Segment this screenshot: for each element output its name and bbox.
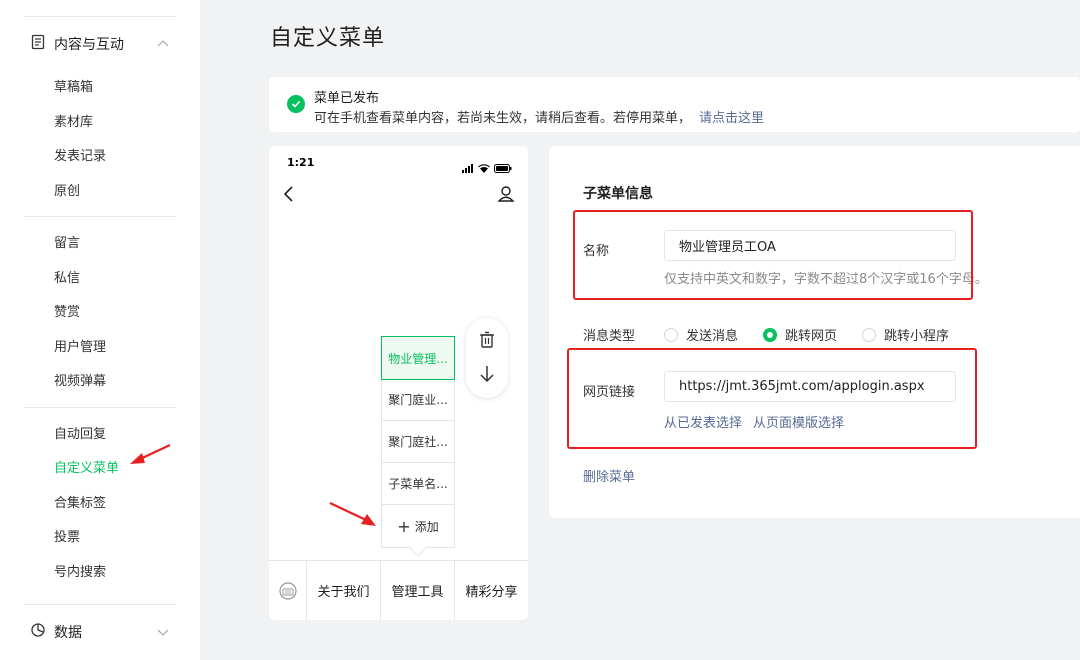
radio-label: 跳转小程序: [884, 329, 950, 344]
trash-icon[interactable]: [477, 330, 497, 350]
submenu-tools: [466, 318, 508, 398]
name-hint: 仅支持中英文和数字，字数不超过8个汉字或16个字母。: [664, 272, 988, 287]
radio-send-message[interactable]: 发送消息: [664, 325, 738, 344]
sidebar-divider: [24, 16, 176, 17]
chevron-down-icon: [156, 624, 170, 643]
battery-icon: [494, 158, 512, 177]
arrow-down-icon[interactable]: [477, 364, 497, 384]
wifi-icon: [478, 158, 490, 177]
phone-status-icons: [462, 158, 512, 177]
submenu-item[interactable]: 物业管理...: [381, 336, 455, 380]
phone-menu-bar: 关于我们 管理工具 精彩分享: [269, 560, 528, 620]
radio-open-webpage[interactable]: 跳转网页: [763, 325, 837, 344]
radio-label: 发送消息: [686, 329, 739, 344]
sidebar-item-materials[interactable]: 素材库: [54, 114, 93, 132]
radio-icon: [862, 327, 876, 342]
add-submenu-label: 添加: [414, 519, 439, 534]
menu-bar-item-about[interactable]: 关于我们: [307, 561, 381, 620]
document-icon: [30, 34, 46, 54]
phone-preview: 1:21 物业管理... 聚门庭业... 聚门庭社... 子菜单名... + 添…: [269, 146, 528, 620]
sidebar-item-custom-menu[interactable]: 自定义菜单: [54, 460, 119, 478]
radio-icon: [664, 327, 678, 342]
name-input[interactable]: 物业管理员工OA: [664, 230, 956, 261]
sidebar: 内容与互动 草稿箱 素材库 发表记录 原创 留言 私信 赞赏 用户管理 视频弹幕…: [0, 0, 200, 660]
keyboard-icon[interactable]: [269, 561, 307, 620]
page-title: 自定义菜单: [270, 26, 386, 51]
user-icon[interactable]: [496, 184, 516, 204]
sidebar-item-video-danmaku[interactable]: 视频弹幕: [54, 373, 106, 391]
sidebar-item-comments[interactable]: 留言: [54, 235, 80, 253]
sidebar-section-label: 内容与互动: [54, 37, 124, 53]
submenu-item[interactable]: 子菜单名...: [382, 463, 454, 505]
select-published-link[interactable]: 从已发表选择: [664, 412, 742, 431]
success-check-icon: [287, 95, 305, 113]
sidebar-divider: [24, 407, 176, 408]
sidebar-section-label: 数据: [54, 625, 82, 641]
sidebar-item-original[interactable]: 原创: [54, 183, 80, 201]
url-label: 网页链接: [583, 385, 636, 400]
sidebar-item-vote[interactable]: 投票: [54, 529, 80, 547]
notice-body: 可在手机查看菜单内容，若尚未生效，请稍后查看。若停用菜单，: [314, 111, 692, 126]
panel-title: 子菜单信息: [583, 186, 653, 202]
signal-icon: [462, 158, 474, 177]
radio-label: 跳转网页: [785, 329, 838, 344]
sidebar-section-data[interactable]: 数据: [30, 620, 170, 644]
name-label: 名称: [583, 244, 610, 259]
publish-notice: 菜单已发布 可在手机查看菜单内容，若尚未生效，请稍后查看。若停用菜单， 请点击这里: [269, 77, 1080, 132]
sidebar-item-search[interactable]: 号内搜索: [54, 564, 106, 582]
plus-icon: +: [397, 516, 411, 536]
submenu-info-panel: 子菜单信息 名称 物业管理员工OA 仅支持中英文和数字，字数不超过8个汉字或16…: [549, 146, 1080, 518]
pie-chart-icon: [30, 622, 46, 642]
submenu-item[interactable]: 聚门庭业...: [382, 379, 454, 421]
sidebar-item-rewards[interactable]: 赞赏: [54, 304, 80, 322]
sidebar-item-drafts[interactable]: 草稿箱: [54, 79, 93, 97]
sidebar-divider: [24, 216, 176, 217]
submenu-list: 物业管理... 聚门庭业... 聚门庭社... 子菜单名... + 添加: [381, 336, 455, 557]
disable-menu-link[interactable]: 请点击这里: [699, 111, 764, 126]
sidebar-item-publish-history[interactable]: 发表记录: [54, 148, 106, 166]
menu-bar-item-tools[interactable]: 管理工具: [381, 561, 455, 620]
message-type-label: 消息类型: [583, 329, 636, 344]
notice-title: 菜单已发布: [314, 91, 380, 106]
sidebar-item-messages[interactable]: 私信: [54, 270, 80, 288]
radio-selected-icon: [763, 327, 777, 342]
notice-text: 可在手机查看菜单内容，若尚未生效，请稍后查看。若停用菜单， 请点击这里: [314, 107, 764, 126]
chevron-up-icon: [156, 36, 170, 55]
delete-menu-link[interactable]: 删除菜单: [583, 466, 635, 485]
sidebar-item-users[interactable]: 用户管理: [54, 339, 106, 357]
menu-bar-item-share[interactable]: 精彩分享: [455, 561, 528, 620]
submenu-item[interactable]: 聚门庭社...: [382, 421, 454, 463]
sidebar-item-auto-reply[interactable]: 自动回复: [54, 426, 106, 444]
sidebar-divider: [24, 604, 176, 605]
back-icon[interactable]: [279, 184, 299, 204]
url-input[interactable]: https://jmt.365jmt.com/applogin.aspx: [664, 371, 956, 402]
sidebar-section-content[interactable]: 内容与互动: [30, 32, 170, 56]
select-template-link[interactable]: 从页面模版选择: [753, 412, 844, 431]
sidebar-item-collection-tags[interactable]: 合集标签: [54, 495, 106, 513]
radio-open-miniprogram[interactable]: 跳转小程序: [862, 325, 949, 344]
phone-time: 1:21: [287, 156, 315, 169]
